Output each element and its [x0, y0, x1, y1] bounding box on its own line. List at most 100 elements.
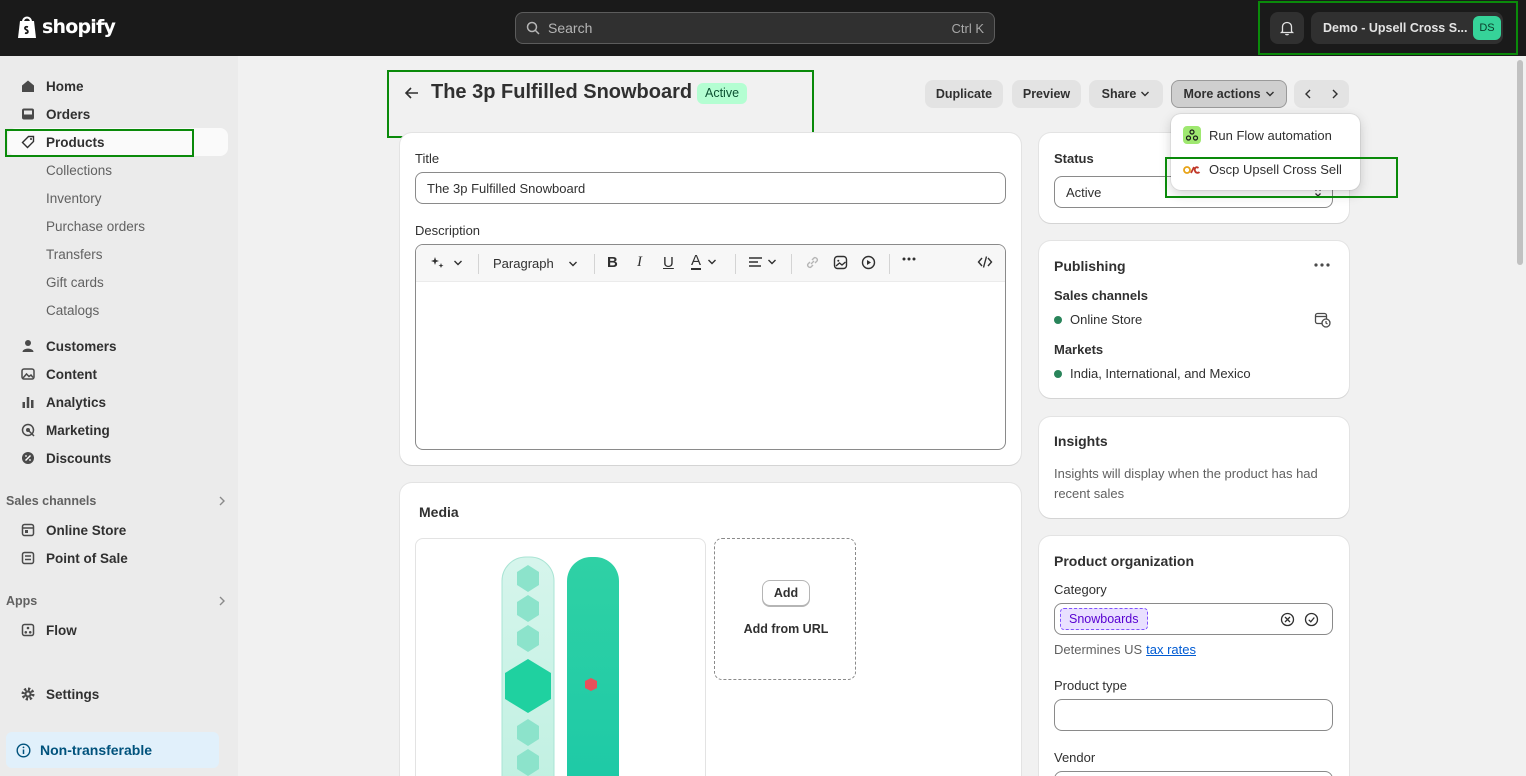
- bold-icon: B: [607, 254, 618, 271]
- title-field[interactable]: The 3p Fulfilled Snowboard: [415, 172, 1006, 204]
- sidebar-item-collections[interactable]: Collections: [8, 156, 228, 184]
- italic-button[interactable]: I: [637, 254, 642, 271]
- publishing-heading: Publishing: [1054, 258, 1126, 274]
- title-value: The 3p Fulfilled Snowboard: [427, 180, 586, 196]
- share-button[interactable]: Share: [1089, 80, 1163, 108]
- chevron-down-icon: [708, 259, 717, 265]
- play-circle-icon: [861, 255, 876, 270]
- sidebar-item-label: Customers: [46, 338, 117, 354]
- sidebar-item-discounts[interactable]: Discounts: [8, 444, 228, 472]
- sidebar-item-gift-cards[interactable]: Gift cards: [8, 268, 228, 296]
- shopify-logo[interactable]: shopify: [16, 14, 116, 40]
- insert-video-button[interactable]: [861, 255, 876, 270]
- sidebar-item-transfers[interactable]: Transfers: [8, 240, 228, 268]
- ai-generate-button[interactable]: [430, 255, 463, 270]
- more-horizontal-icon: [902, 257, 916, 261]
- flow-icon: [20, 622, 36, 638]
- product-image[interactable]: [415, 538, 706, 776]
- back-button[interactable]: [403, 84, 421, 102]
- underline-button[interactable]: U: [663, 254, 674, 271]
- product-type-input[interactable]: [1054, 699, 1333, 731]
- sidebar-item-point-of-sale[interactable]: Point of Sale: [8, 544, 228, 572]
- vendor-input[interactable]: [1054, 771, 1333, 776]
- non-transferable-banner[interactable]: Non-transferable: [6, 732, 219, 768]
- align-button[interactable]: [748, 255, 777, 269]
- sidebar-item-label: Marketing: [46, 422, 110, 438]
- search-placeholder: Search: [548, 20, 593, 36]
- sidebar-item-purchase-orders[interactable]: Purchase orders: [8, 212, 228, 240]
- sidebar-item-marketing[interactable]: Marketing: [8, 416, 228, 444]
- chart-icon: [20, 394, 36, 410]
- tax-note: Determines US tax rates: [1054, 642, 1196, 657]
- next-product-button[interactable]: [1330, 88, 1340, 100]
- share-label: Share: [1101, 87, 1137, 101]
- sidebar-item-inventory[interactable]: Inventory: [8, 184, 228, 212]
- media-upload-dropzone[interactable]: Add Add from URL: [714, 538, 856, 680]
- clear-category-button[interactable]: [1280, 612, 1295, 627]
- sidebar-item-catalogs[interactable]: Catalogs: [8, 296, 228, 324]
- description-editor[interactable]: Paragraph B I U A: [415, 244, 1006, 450]
- show-html-button[interactable]: [977, 255, 993, 269]
- editor-toolbar: Paragraph B I U A: [416, 245, 1005, 282]
- tax-rates-link[interactable]: tax rates: [1146, 642, 1196, 657]
- bold-button[interactable]: B: [607, 254, 618, 271]
- description-label: Description: [415, 223, 481, 238]
- snowboard-image: [501, 556, 619, 776]
- more-actions-label: More actions: [1183, 87, 1261, 101]
- insert-image-button[interactable]: [833, 255, 848, 270]
- text-color-button[interactable]: A: [691, 253, 717, 270]
- add-media-button[interactable]: Add: [762, 580, 810, 606]
- status-label: Status: [1054, 151, 1094, 166]
- insights-text: Insights will display when the product h…: [1054, 466, 1318, 501]
- duplicate-button[interactable]: Duplicate: [925, 80, 1003, 108]
- gear-icon: [20, 686, 36, 702]
- chevron-down-icon: [1265, 91, 1274, 97]
- link-button[interactable]: [805, 255, 820, 270]
- chevron-right-icon: [218, 596, 226, 606]
- more-formatting-button[interactable]: [902, 257, 916, 261]
- sidebar-item-label: Gift cards: [46, 274, 104, 290]
- search-icon: [526, 21, 540, 35]
- schedule-button[interactable]: [1314, 311, 1331, 328]
- status-value: Active: [1066, 184, 1102, 200]
- chevron-down-icon: [1141, 91, 1150, 97]
- paragraph-select[interactable]: Paragraph: [493, 256, 578, 271]
- sidebar-item-label: Home: [46, 78, 84, 94]
- search-input[interactable]: Search Ctrl K: [515, 12, 995, 44]
- previous-product-button[interactable]: [1303, 88, 1313, 100]
- media-heading: Media: [419, 504, 459, 520]
- sidebar-item-online-store[interactable]: Online Store: [8, 516, 228, 544]
- sales-channels-heading[interactable]: Sales channels: [6, 494, 226, 508]
- sidebar-item-label: Online Store: [46, 522, 127, 538]
- category-label: Category: [1054, 582, 1107, 597]
- sidebar-item-home[interactable]: Home: [8, 72, 228, 100]
- sidebar-item-label: Point of Sale: [46, 550, 128, 566]
- markets-label: Markets: [1054, 342, 1104, 357]
- page-scrollbar[interactable]: [1517, 60, 1523, 265]
- confirm-category-button[interactable]: [1304, 612, 1319, 627]
- toolbar-divider: [889, 254, 890, 274]
- category-field[interactable]: Snowboards: [1054, 603, 1333, 635]
- link-icon: [806, 256, 819, 269]
- sidebar-item-flow[interactable]: Flow: [8, 616, 228, 644]
- sidebar-item-settings[interactable]: Settings: [8, 680, 228, 708]
- sales-channels-label: Sales channels: [6, 494, 97, 508]
- published-dot-icon: [1054, 315, 1062, 324]
- paragraph-label: Paragraph: [493, 256, 554, 271]
- preview-button[interactable]: Preview: [1012, 80, 1081, 108]
- status-badge: Active: [697, 83, 748, 104]
- chevron-right-icon: [1332, 89, 1339, 99]
- italic-icon: I: [637, 254, 642, 270]
- sidebar-item-label: Catalogs: [46, 302, 100, 318]
- menu-item-run-flow[interactable]: Run Flow automation: [1183, 126, 1332, 144]
- sidebar-item-customers[interactable]: Customers: [8, 332, 228, 360]
- more-actions-button[interactable]: More actions: [1171, 80, 1287, 108]
- sidebar-item-content[interactable]: Content: [8, 360, 228, 388]
- sidebar-item-orders[interactable]: Orders: [8, 100, 228, 128]
- highlight-oscp-menu-item: [1165, 157, 1398, 198]
- sidebar-item-analytics[interactable]: Analytics: [8, 388, 228, 416]
- apps-heading[interactable]: Apps: [6, 594, 226, 608]
- add-from-url-link[interactable]: Add from URL: [715, 622, 857, 636]
- publishing-more-button[interactable]: [1314, 263, 1330, 267]
- title-label: Title: [415, 151, 440, 166]
